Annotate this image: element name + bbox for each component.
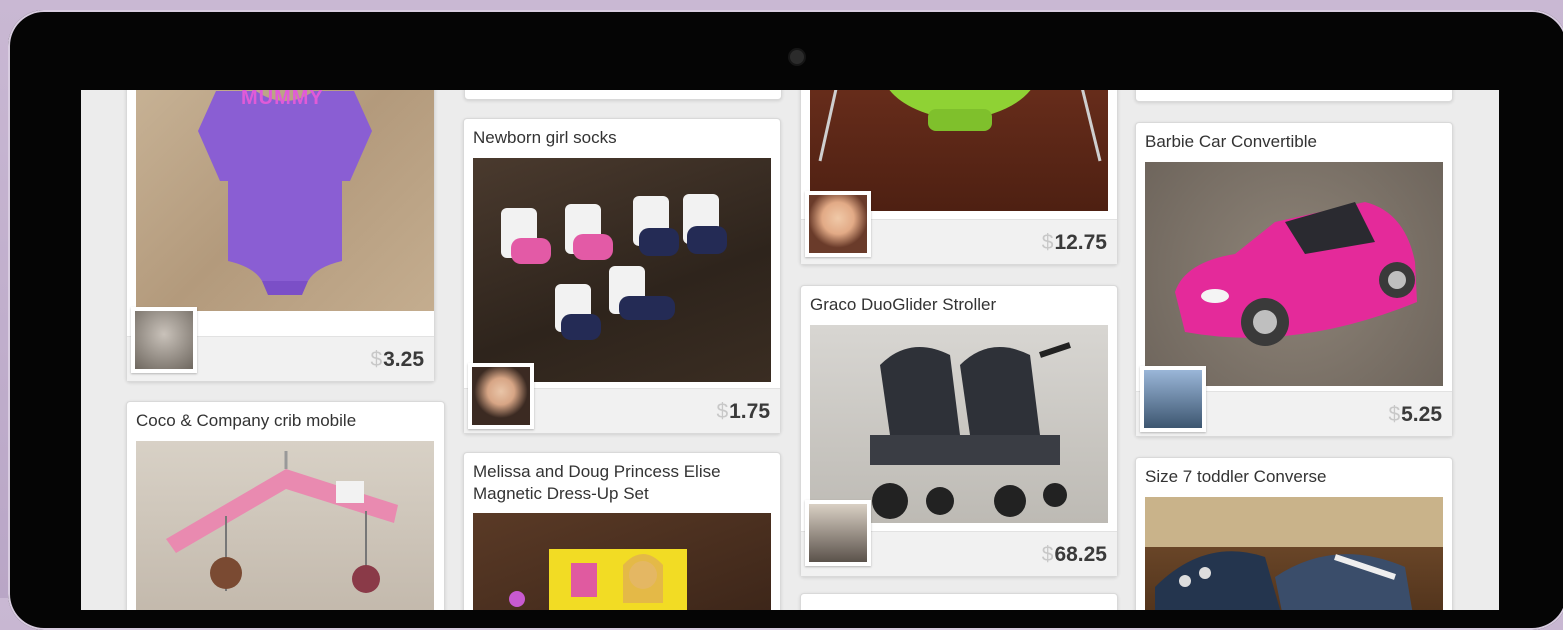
listing-price: $12.75 <box>1041 231 1107 254</box>
seller-avatar[interactable] <box>131 307 197 373</box>
crib-mobile-photo <box>136 441 434 610</box>
listing-title: Graco DuoGlider Stroller <box>810 295 997 314</box>
double-stroller-photo <box>810 325 1108 523</box>
listing-card-bouncer[interactable]: $12.75 <box>800 90 1118 265</box>
listing-title: Barbie Car Convertible <box>1145 132 1317 151</box>
listing-card-onesie[interactable]: MUMMY $3.25 <box>126 90 435 382</box>
listing-card-barbie-car[interactable]: Barbie Car Convertible $5.25 <box>1135 122 1453 437</box>
listing-title: Melissa and Doug Princess Elise Magnetic… <box>473 462 721 503</box>
purple-onesie-photo: MUMMY <box>136 90 434 311</box>
onesie-print-text: MUMMY <box>241 90 324 109</box>
toddler-shoes-photo <box>1145 497 1443 610</box>
listing-price: $5.25 <box>1388 403 1442 426</box>
listing-title: Coco & Company crib mobile <box>136 411 357 430</box>
listing-card-partial[interactable] <box>800 593 1118 610</box>
seller-avatar[interactable] <box>468 363 534 429</box>
listing-grid: MUMMY $3.25 Coco & Company crib mobile N… <box>81 90 1499 610</box>
seller-avatar[interactable] <box>1140 366 1206 432</box>
listing-card-converse[interactable]: Size 7 toddler Converse <box>1135 457 1453 610</box>
dress-up-set-photo <box>473 513 771 610</box>
listing-price: $1.75 <box>716 400 770 423</box>
seller-avatar[interactable] <box>805 191 871 257</box>
listing-card-dress-up[interactable]: Melissa and Doug Princess Elise Magnetic… <box>463 452 781 610</box>
listing-card-socks[interactable]: Newborn girl socks $1.75 <box>463 118 781 434</box>
listing-price: $68.25 <box>1041 543 1107 566</box>
camera-icon <box>790 50 804 64</box>
listing-title: Newborn girl socks <box>473 128 617 147</box>
listing-card-crib-mobile[interactable]: Coco & Company crib mobile <box>126 401 445 610</box>
seller-avatar[interactable] <box>805 500 871 566</box>
listing-card-partial[interactable] <box>1135 90 1453 102</box>
listing-price: $3.25 <box>370 348 424 371</box>
listing-title: Size 7 toddler Converse <box>1145 467 1327 486</box>
listing-card-partial[interactable] <box>464 90 782 100</box>
listing-card-stroller[interactable]: Graco DuoGlider Stroller $68.25 <box>800 285 1118 577</box>
pink-car-photo <box>1145 162 1443 386</box>
baby-socks-photo <box>473 158 771 382</box>
